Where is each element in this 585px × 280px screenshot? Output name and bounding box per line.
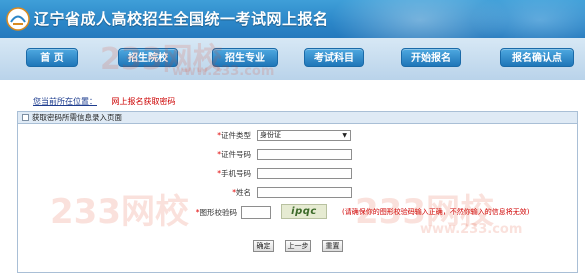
panel-header: 获取密码所需信息录入页面 bbox=[18, 112, 577, 124]
chevron-down-icon: ▼ bbox=[342, 132, 347, 139]
captcha-input[interactable] bbox=[241, 206, 271, 219]
id-type-label-text: 证件类型 bbox=[221, 131, 251, 140]
nav-start-registration[interactable]: 开始报名 bbox=[401, 48, 461, 67]
phone-row: *手机号码 bbox=[18, 168, 577, 180]
captcha-image[interactable]: ipqc bbox=[281, 204, 327, 219]
logo-icon bbox=[6, 7, 30, 31]
panel-header-checkbox bbox=[22, 114, 29, 121]
phone-input[interactable] bbox=[257, 168, 352, 179]
site-header: 辽宁省成人高校招生全国统一考试网上报名 bbox=[0, 0, 585, 38]
breadcrumb: 您当前所在位置： 网上报名获取密码 bbox=[33, 96, 176, 107]
id-number-input[interactable] bbox=[257, 149, 352, 160]
id-type-select[interactable]: 身份证 ▼ bbox=[257, 130, 351, 141]
name-label-text: 姓名 bbox=[236, 188, 251, 197]
breadcrumb-label: 您当前所在位置： bbox=[33, 97, 97, 106]
site-title: 辽宁省成人高校招生全国统一考试网上报名 bbox=[34, 10, 329, 28]
captcha-label-text: 图形校验码 bbox=[199, 208, 238, 217]
phone-label: *手机号码 bbox=[217, 168, 251, 180]
name-label: *姓名 bbox=[232, 187, 251, 199]
reset-button[interactable]: 重置 bbox=[322, 240, 343, 252]
id-type-value: 身份证 bbox=[260, 131, 281, 139]
captcha-label: *图形校验码 bbox=[196, 206, 237, 220]
nav-home[interactable]: 首 页 bbox=[26, 48, 78, 67]
header-glow bbox=[470, 0, 585, 38]
nav-confirmation-points[interactable]: 报名确认点 bbox=[500, 48, 574, 67]
name-input[interactable] bbox=[257, 187, 352, 198]
watermark-logo: 233网校 bbox=[50, 192, 189, 232]
breadcrumb-current: 网上报名获取密码 bbox=[111, 97, 176, 106]
main-nav: 首 页 招生院校 招生专业 考试科目 开始报名 报名确认点 bbox=[0, 38, 585, 80]
id-type-label: *证件类型 bbox=[217, 130, 251, 142]
watermark-url: www.233.com bbox=[420, 222, 523, 237]
id-number-label-text: 证件号码 bbox=[221, 150, 251, 159]
watermark-url: www.233.com bbox=[172, 64, 275, 79]
previous-step-button[interactable]: 上一步 bbox=[285, 240, 311, 252]
confirm-button[interactable]: 确定 bbox=[253, 240, 274, 252]
id-number-label: *证件号码 bbox=[217, 149, 251, 161]
nav-subjects[interactable]: 考试科目 bbox=[304, 48, 364, 67]
id-number-row: *证件号码 bbox=[18, 149, 577, 161]
phone-label-text: 手机号码 bbox=[221, 169, 251, 178]
panel-title: 获取密码所需信息录入页面 bbox=[32, 113, 122, 122]
id-type-row: *证件类型 身份证 ▼ bbox=[18, 130, 577, 142]
